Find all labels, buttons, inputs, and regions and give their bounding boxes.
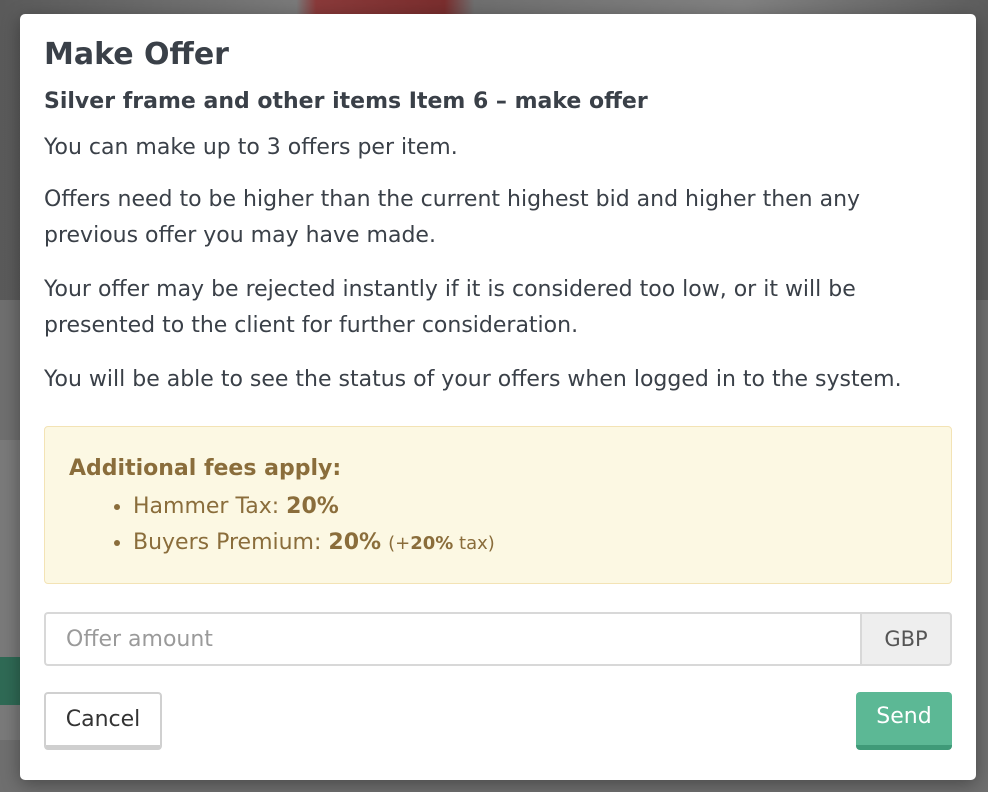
tax-value: 20%	[410, 533, 454, 554]
fees-alert: Additional fees apply: Hammer Tax: 20% B…	[44, 426, 952, 584]
offer-status-text: You will be able to see the status of yo…	[44, 367, 902, 392]
cancel-button[interactable]: Cancel	[44, 692, 162, 750]
buyers-premium-value: 20%	[328, 530, 382, 555]
modal-title: Make Offer	[44, 37, 229, 72]
currency-addon: GBP	[860, 612, 952, 666]
tax-suffix: tax)	[459, 533, 495, 554]
offer-amount-input[interactable]	[44, 612, 860, 666]
hammer-tax-value: 20%	[286, 494, 339, 519]
make-offer-modal: Make Offer Silver frame and other items …	[20, 14, 976, 780]
fees-list: Hammer Tax: 20% Buyers Premium: 20% (+20…	[69, 489, 927, 562]
offer-rejection-text: Your offer may be rejected instantly if …	[44, 277, 856, 338]
hammer-tax-label: Hammer Tax:	[133, 494, 280, 519]
modal-footer: Cancel Send	[44, 692, 952, 756]
fee-item-hammer-tax: Hammer Tax: 20%	[133, 489, 927, 525]
fees-heading: Additional fees apply:	[69, 456, 342, 481]
offer-limit-text: You can make up to 3 offers per item.	[44, 135, 458, 160]
send-button[interactable]: Send	[856, 692, 952, 750]
offer-rules-text: Offers need to be higher than the curren…	[44, 187, 861, 248]
offer-input-group: GBP	[44, 612, 952, 666]
buyers-premium-tax: (+20% tax)	[388, 533, 495, 554]
modal-subtitle: Silver frame and other items Item 6 – ma…	[44, 89, 648, 114]
tax-prefix: (+	[388, 533, 411, 554]
buyers-premium-label: Buyers Premium:	[133, 530, 322, 555]
fee-item-buyers-premium: Buyers Premium: 20% (+20% tax)	[133, 525, 927, 562]
